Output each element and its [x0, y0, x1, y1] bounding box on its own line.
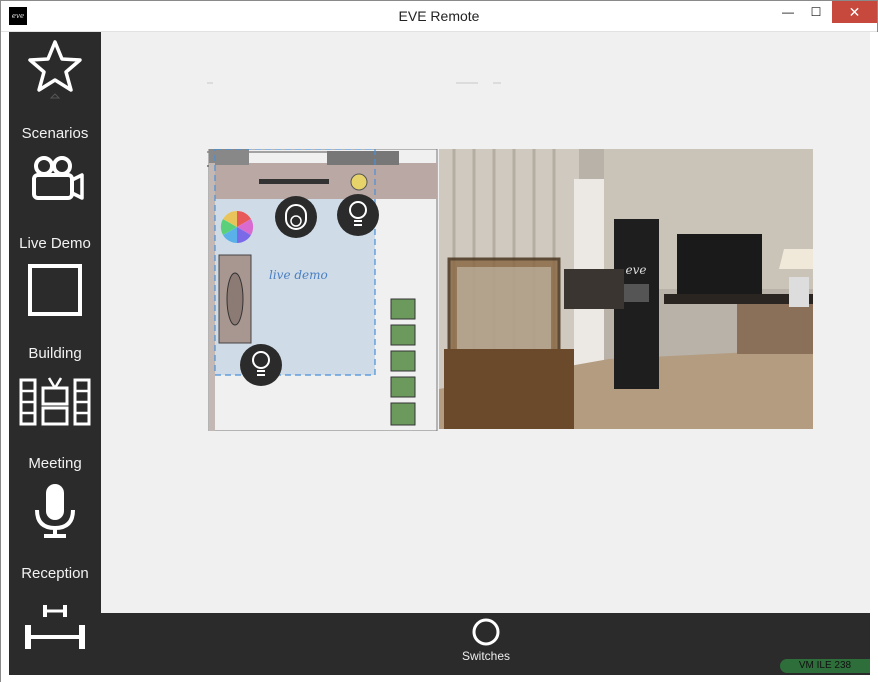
plants: [390, 298, 416, 426]
window-title: EVE Remote: [398, 8, 480, 24]
floorplan: live demo: [207, 149, 438, 431]
sidebar-item-label: Meeting: [28, 455, 82, 472]
room-label: live demo: [269, 268, 328, 282]
dumbbell-icon: [25, 605, 85, 649]
video-camera-icon: [32, 156, 84, 200]
color-wheel-icon[interactable]: [220, 210, 254, 244]
app-window: eve EVE Remote — ☐ ✕ Scenarios Live Demo: [0, 0, 878, 682]
sidebar: Scenarios Live Demo Building Meeting Rec…: [9, 32, 101, 675]
sidebar-item-label: Scenarios: [21, 125, 89, 142]
square-icon: [28, 264, 82, 316]
tv-shelf-icon: [19, 377, 91, 426]
sidebar-item-scenarios[interactable]: Scenarios: [9, 32, 101, 142]
sidebar-item-label: Reception: [21, 565, 89, 582]
star-icon: [28, 40, 82, 99]
sidebar-item-building[interactable]: Building: [9, 252, 101, 362]
camera-feed[interactable]: eve: [439, 149, 813, 429]
window-frame-right: [870, 32, 878, 675]
circle-icon: [472, 618, 500, 646]
microphone-icon: [35, 484, 75, 538]
sidebar-item-reception[interactable]: Reception: [9, 472, 101, 582]
bulb-icon[interactable]: [337, 194, 379, 236]
switches-label: Switches: [461, 649, 511, 663]
sidebar-item-fitness[interactable]: [9, 597, 101, 667]
sidebar-item-label: Building: [28, 345, 82, 362]
maximize-button[interactable]: ☐: [802, 1, 830, 23]
sensor-icon[interactable]: [275, 196, 317, 238]
bulb-icon[interactable]: [240, 344, 282, 386]
header-decoration-2: [456, 82, 478, 84]
sidebar-item-label: Live Demo: [19, 235, 91, 252]
title-bar: eve EVE Remote — ☐ ✕: [1, 1, 877, 32]
switches-button[interactable]: Switches: [451, 617, 521, 675]
sidebar-item-meeting[interactable]: Meeting: [9, 362, 101, 472]
sidebar-item-live-demo[interactable]: Live Demo: [9, 142, 101, 252]
minimize-button[interactable]: —: [774, 1, 802, 23]
status-badge: VM ILE 238: [780, 659, 870, 673]
window-frame-bottom: [1, 675, 878, 682]
svg-text:eve: eve: [626, 263, 647, 277]
ceiling-light-icon[interactable]: [350, 173, 368, 191]
bottom-bar: Switches VM ILE 238: [101, 613, 870, 675]
close-button[interactable]: ✕: [832, 1, 877, 23]
main-content: live demo eve: [101, 32, 870, 613]
